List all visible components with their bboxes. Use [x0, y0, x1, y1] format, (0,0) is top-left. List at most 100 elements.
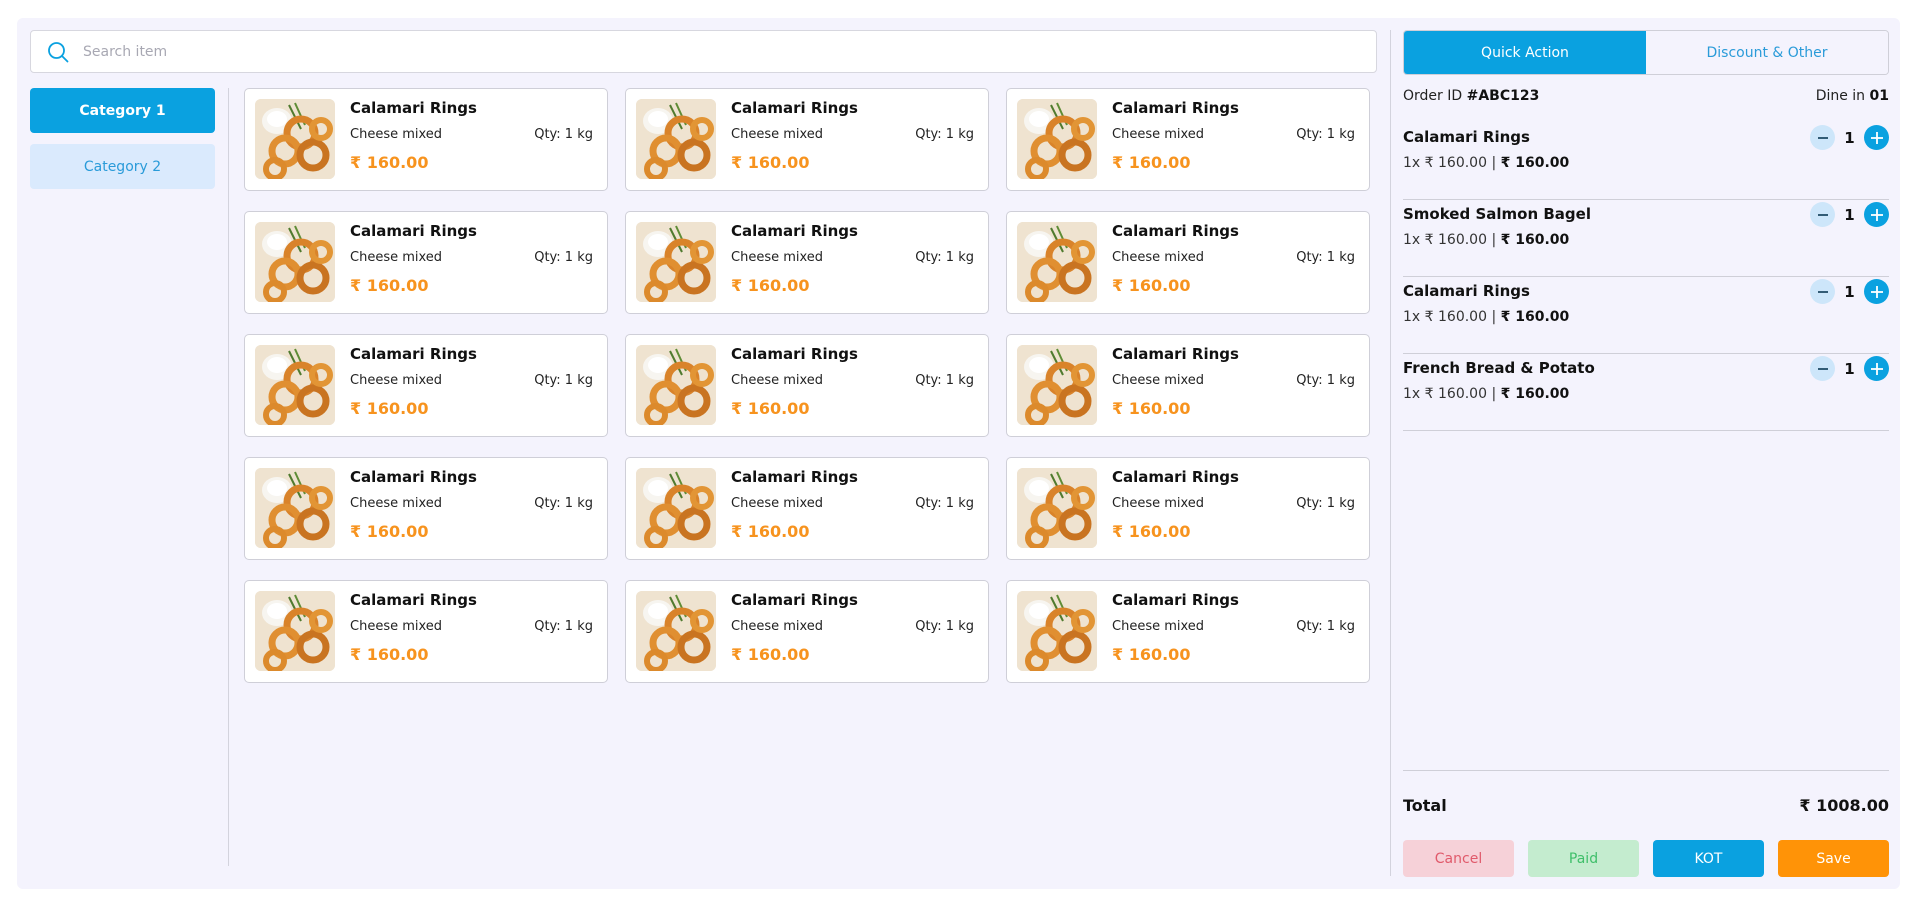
search-bar[interactable]	[30, 30, 1377, 73]
product-price: ₹ 160.00	[350, 522, 429, 541]
food-thumbnail	[255, 468, 335, 548]
product-quantity: Qty: 1 kg	[534, 496, 593, 511]
category-list: Category 1 Category 2	[30, 88, 215, 200]
category-item-2[interactable]: Category 2	[30, 144, 215, 189]
product-name: Calamari Rings	[731, 99, 858, 117]
category-item-1[interactable]: Category 1	[30, 88, 215, 133]
order-tabs: Quick Action Discount & Other	[1403, 30, 1889, 75]
product-price: ₹ 160.00	[350, 153, 429, 172]
product-card[interactable]: Calamari Rings Cheese mixed Qty: 1 kg ₹ …	[625, 457, 989, 560]
minus-icon[interactable]	[1810, 125, 1835, 150]
product-card[interactable]: Calamari Rings Cheese mixed Qty: 1 kg ₹ …	[1006, 211, 1370, 314]
product-description: Cheese mixed	[731, 619, 824, 634]
total-value: ₹ 1008.00	[1799, 796, 1889, 815]
food-thumbnail	[255, 345, 335, 425]
product-quantity: Qty: 1 kg	[534, 127, 593, 142]
plus-icon[interactable]	[1864, 202, 1889, 227]
product-description: Cheese mixed	[350, 250, 443, 265]
product-card[interactable]: Calamari Rings Cheese mixed Qty: 1 kg ₹ …	[244, 457, 608, 560]
product-quantity: Qty: 1 kg	[915, 496, 974, 511]
plus-icon[interactable]	[1864, 125, 1889, 150]
product-card[interactable]: Calamari Rings Cheese mixed Qty: 1 kg ₹ …	[244, 334, 608, 437]
food-thumbnail	[636, 468, 716, 548]
quantity-stepper: 1	[1810, 356, 1889, 381]
product-price: ₹ 160.00	[1112, 153, 1191, 172]
product-price: ₹ 160.00	[731, 153, 810, 172]
product-card[interactable]: Calamari Rings Cheese mixed Qty: 1 kg ₹ …	[625, 88, 989, 191]
order-item: Calamari Rings 1 1x ₹ 160.00 | ₹ 160.00	[1403, 123, 1889, 200]
save-button[interactable]: Save	[1778, 840, 1889, 877]
left-divider	[228, 88, 229, 866]
product-price: ₹ 160.00	[1112, 645, 1191, 664]
product-name: Calamari Rings	[350, 591, 477, 609]
search-input[interactable]	[83, 43, 1283, 60]
product-description: Cheese mixed	[1112, 373, 1205, 388]
product-card[interactable]: Calamari Rings Cheese mixed Qty: 1 kg ₹ …	[625, 334, 989, 437]
food-thumbnail	[1017, 222, 1097, 302]
product-quantity: Qty: 1 kg	[1296, 496, 1355, 511]
total-row: Total ₹ 1008.00	[1403, 796, 1889, 815]
paid-button[interactable]: Paid	[1528, 840, 1639, 877]
product-price: ₹ 160.00	[1112, 276, 1191, 295]
tab-quick-action[interactable]: Quick Action	[1404, 31, 1646, 74]
product-description: Cheese mixed	[350, 127, 443, 142]
order-item-breakdown: 1x ₹ 160.00 | ₹ 160.00	[1403, 155, 1570, 171]
product-price: ₹ 160.00	[731, 399, 810, 418]
minus-icon[interactable]	[1810, 356, 1835, 381]
food-thumbnail	[255, 591, 335, 671]
plus-icon[interactable]	[1864, 279, 1889, 304]
product-name: Calamari Rings	[1112, 345, 1239, 363]
product-card[interactable]: Calamari Rings Cheese mixed Qty: 1 kg ₹ …	[1006, 457, 1370, 560]
food-thumbnail	[1017, 591, 1097, 671]
kot-button[interactable]: KOT	[1653, 840, 1764, 877]
product-quantity: Qty: 1 kg	[1296, 127, 1355, 142]
order-item-name: Calamari Rings	[1403, 282, 1530, 300]
food-thumbnail	[636, 345, 716, 425]
food-thumbnail	[255, 99, 335, 179]
pos-app: Category 1 Category 2 Calamari Rings Che…	[17, 18, 1900, 889]
action-bar: Cancel Paid KOT Save	[1403, 840, 1889, 877]
order-item-breakdown: 1x ₹ 160.00 | ₹ 160.00	[1403, 386, 1570, 402]
product-name: Calamari Rings	[1112, 99, 1239, 117]
food-thumbnail	[1017, 468, 1097, 548]
product-description: Cheese mixed	[731, 496, 824, 511]
product-card[interactable]: Calamari Rings Cheese mixed Qty: 1 kg ₹ …	[625, 211, 989, 314]
product-card[interactable]: Calamari Rings Cheese mixed Qty: 1 kg ₹ …	[244, 88, 608, 191]
quantity-stepper: 1	[1810, 125, 1889, 150]
order-info: Order ID #ABC123 Dine in 01	[1403, 88, 1889, 104]
product-card[interactable]: Calamari Rings Cheese mixed Qty: 1 kg ₹ …	[1006, 88, 1370, 191]
product-description: Cheese mixed	[1112, 496, 1205, 511]
product-description: Cheese mixed	[1112, 619, 1205, 634]
order-item: French Bread & Potato 1 1x ₹ 160.00 | ₹ …	[1403, 354, 1889, 431]
order-item-breakdown: 1x ₹ 160.00 | ₹ 160.00	[1403, 309, 1570, 325]
food-thumbnail	[255, 222, 335, 302]
product-card[interactable]: Calamari Rings Cheese mixed Qty: 1 kg ₹ …	[244, 580, 608, 683]
product-quantity: Qty: 1 kg	[1296, 619, 1355, 634]
product-card[interactable]: Calamari Rings Cheese mixed Qty: 1 kg ₹ …	[1006, 334, 1370, 437]
plus-icon[interactable]	[1864, 356, 1889, 381]
minus-icon[interactable]	[1810, 202, 1835, 227]
minus-icon[interactable]	[1810, 279, 1835, 304]
product-price: ₹ 160.00	[350, 399, 429, 418]
product-card[interactable]: Calamari Rings Cheese mixed Qty: 1 kg ₹ …	[625, 580, 989, 683]
product-card[interactable]: Calamari Rings Cheese mixed Qty: 1 kg ₹ …	[1006, 580, 1370, 683]
order-item-name: French Bread & Potato	[1403, 359, 1595, 377]
tab-discount-other[interactable]: Discount & Other	[1646, 31, 1888, 74]
order-item-qty: 1	[1844, 128, 1855, 147]
product-description: Cheese mixed	[1112, 250, 1205, 265]
product-name: Calamari Rings	[1112, 591, 1239, 609]
cancel-button[interactable]: Cancel	[1403, 840, 1514, 877]
order-item-qty: 1	[1844, 205, 1855, 224]
order-item: Smoked Salmon Bagel 1 1x ₹ 160.00 | ₹ 16…	[1403, 200, 1889, 277]
product-description: Cheese mixed	[731, 127, 824, 142]
product-grid: Calamari Rings Cheese mixed Qty: 1 kg ₹ …	[244, 88, 1379, 683]
product-card[interactable]: Calamari Rings Cheese mixed Qty: 1 kg ₹ …	[244, 211, 608, 314]
product-name: Calamari Rings	[1112, 222, 1239, 240]
product-name: Calamari Rings	[350, 99, 477, 117]
product-price: ₹ 160.00	[350, 276, 429, 295]
product-quantity: Qty: 1 kg	[1296, 250, 1355, 265]
product-quantity: Qty: 1 kg	[534, 250, 593, 265]
quantity-stepper: 1	[1810, 202, 1889, 227]
product-description: Cheese mixed	[350, 496, 443, 511]
product-quantity: Qty: 1 kg	[915, 373, 974, 388]
